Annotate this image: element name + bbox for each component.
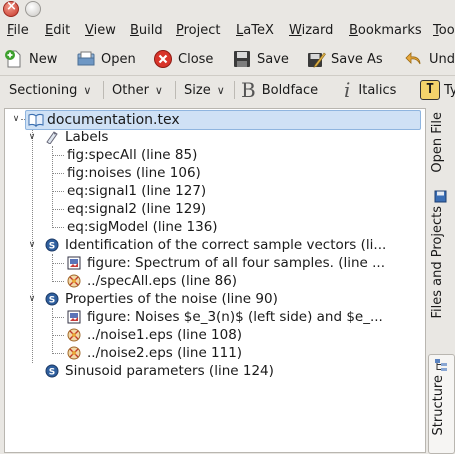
tree-figure-label: figure: Noises $e_3(n)$ (left side) and … — [87, 309, 383, 325]
tab-open-file[interactable]: Open File — [428, 110, 453, 186]
tree-guide — [52, 281, 64, 282]
tree-guide — [52, 308, 53, 354]
tree-label-item[interactable]: fig:noises (line 106) — [67, 164, 201, 182]
figure-image-icon — [67, 310, 81, 324]
section-icon: S — [45, 364, 59, 378]
menubar: File Edit View Build Project LaTeX Wizar… — [0, 21, 455, 43]
chevron-down-icon: ∨ — [216, 83, 225, 97]
tree-root-label: documentation.tex — [47, 112, 180, 128]
structure-tree[interactable]: documentation.tex ∨ ∨ Labels fig:specAll… — [4, 108, 426, 453]
tree-guide — [52, 191, 64, 192]
italics-button[interactable]: i Italics — [344, 78, 396, 102]
chevron-down-icon[interactable]: ∨ — [27, 240, 37, 250]
graphics-file-icon — [67, 346, 81, 360]
tree-label-item[interactable]: fig:specAll (line 85) — [67, 146, 197, 164]
new-document-icon — [4, 49, 24, 69]
menu-view[interactable]: View — [85, 23, 116, 38]
tree-label-item[interactable]: eq:signal2 (line 129) — [67, 200, 206, 218]
chevron-down-icon[interactable]: ∨ — [27, 132, 37, 142]
open-button[interactable]: Open — [76, 47, 136, 71]
open-folder-icon — [76, 49, 96, 69]
graphics-file-icon — [67, 328, 81, 342]
undo-icon — [404, 49, 424, 69]
menu-wizard[interactable]: Wizard — [289, 23, 333, 38]
section-icon: S — [45, 292, 59, 306]
menu-project[interactable]: Project — [176, 23, 221, 38]
save-disk-icon — [232, 49, 252, 69]
save-as-icon — [306, 49, 326, 69]
boldface-button[interactable]: B Boldface — [241, 78, 318, 102]
structure-tree-icon — [434, 358, 448, 372]
undo-button[interactable]: Und — [404, 47, 455, 71]
chevron-down-icon[interactable]: ∨ — [11, 114, 21, 124]
svg-text:S: S — [49, 296, 55, 306]
tree-guide — [52, 209, 64, 210]
close-button[interactable]: Close — [153, 47, 213, 71]
new-button[interactable]: New — [4, 47, 57, 71]
tab-files-and-projects-label: Files and Projects — [430, 206, 445, 319]
sectioning-dropdown[interactable]: Sectioning ∨ — [9, 79, 91, 101]
tree-section-label: Properties of the noise (line 90) — [65, 291, 278, 307]
tree-figure-label: figure: Spectrum of all four samples. (l… — [87, 255, 386, 271]
menu-build[interactable]: Build — [130, 23, 163, 38]
save-as-button[interactable]: Save As — [306, 47, 383, 71]
figure-image-icon — [67, 256, 81, 270]
graphics-file-icon — [67, 274, 81, 288]
section-icon: S — [45, 238, 59, 252]
window-titlebar — [0, 0, 455, 18]
close-icon — [153, 49, 173, 69]
toolbar-divider — [0, 75, 455, 76]
menu-latex[interactable]: LaTeX — [236, 23, 274, 38]
tree-section-label: Identification of the correct sample vec… — [65, 237, 387, 253]
tree-root-item[interactable]: documentation.tex — [25, 110, 421, 130]
toolbar-separator — [103, 81, 104, 99]
svg-text:S: S — [49, 242, 55, 252]
main-toolbar: New Open Close Save Save As Und — [0, 44, 455, 74]
tree-label-item[interactable]: eq:signal1 (line 127) — [67, 182, 206, 200]
menu-edit[interactable]: Edit — [45, 23, 70, 38]
tree-graphics-label: ../noise2.eps (line 111) — [87, 345, 243, 361]
tab-structure-label: Structure — [431, 375, 446, 436]
size-dropdown[interactable]: Size ∨ — [184, 79, 225, 101]
tree-graphics-label: ../noise1.eps (line 108) — [87, 327, 243, 343]
floppy-icon — [434, 190, 447, 203]
tree-guide — [52, 155, 64, 156]
window-minimize-button[interactable] — [25, 1, 41, 17]
other-dropdown[interactable]: Other ∨ — [112, 79, 163, 101]
tree-label-item[interactable]: eq:sigModel (line 136) — [67, 218, 218, 236]
typewriter-icon: T — [420, 80, 440, 100]
chevron-down-icon: ∨ — [83, 83, 92, 97]
toolbar-separator — [175, 81, 176, 99]
tree-guide — [52, 353, 64, 354]
tree-guide — [52, 227, 64, 228]
menu-bookmarks[interactable]: Bookmarks — [349, 23, 422, 38]
tree-guide — [52, 173, 64, 174]
sidebar-tabs: Open File Files and Projects Structure — [426, 108, 455, 454]
tree-section-label: Sinusoid parameters (line 124) — [65, 363, 274, 379]
save-button[interactable]: Save — [232, 47, 289, 71]
tex-document-icon — [28, 113, 44, 128]
svg-text:S: S — [49, 368, 55, 378]
latex-toolbar: Sectioning ∨ Other ∨ Size ∨ B Boldface i It… — [0, 77, 455, 105]
tree-guide — [52, 317, 64, 318]
chevron-down-icon[interactable]: ∨ — [27, 294, 37, 304]
italics-icon: i — [344, 78, 351, 102]
label-tag-icon — [45, 130, 59, 145]
tree-graphics-label: ../specAll.eps (line 86) — [87, 273, 238, 289]
tree-guide — [52, 146, 53, 228]
tab-open-file-label: Open File — [430, 112, 445, 173]
tab-structure[interactable]: Structure — [428, 354, 455, 454]
chevron-down-icon: ∨ — [154, 83, 163, 97]
tab-files-and-projects[interactable]: Files and Projects — [428, 190, 453, 350]
toolbar-separator — [234, 81, 235, 99]
menu-file[interactable]: File — [7, 23, 29, 38]
window-close-button[interactable] — [3, 0, 19, 17]
tree-labels-label: Labels — [65, 129, 109, 145]
tree-guide — [52, 254, 53, 282]
tree-guide — [52, 335, 64, 336]
boldface-icon: B — [241, 78, 256, 102]
menu-tools[interactable]: Too — [433, 23, 455, 38]
tree-guide — [52, 263, 64, 264]
typewriter-button[interactable]: T Ty — [420, 79, 455, 101]
